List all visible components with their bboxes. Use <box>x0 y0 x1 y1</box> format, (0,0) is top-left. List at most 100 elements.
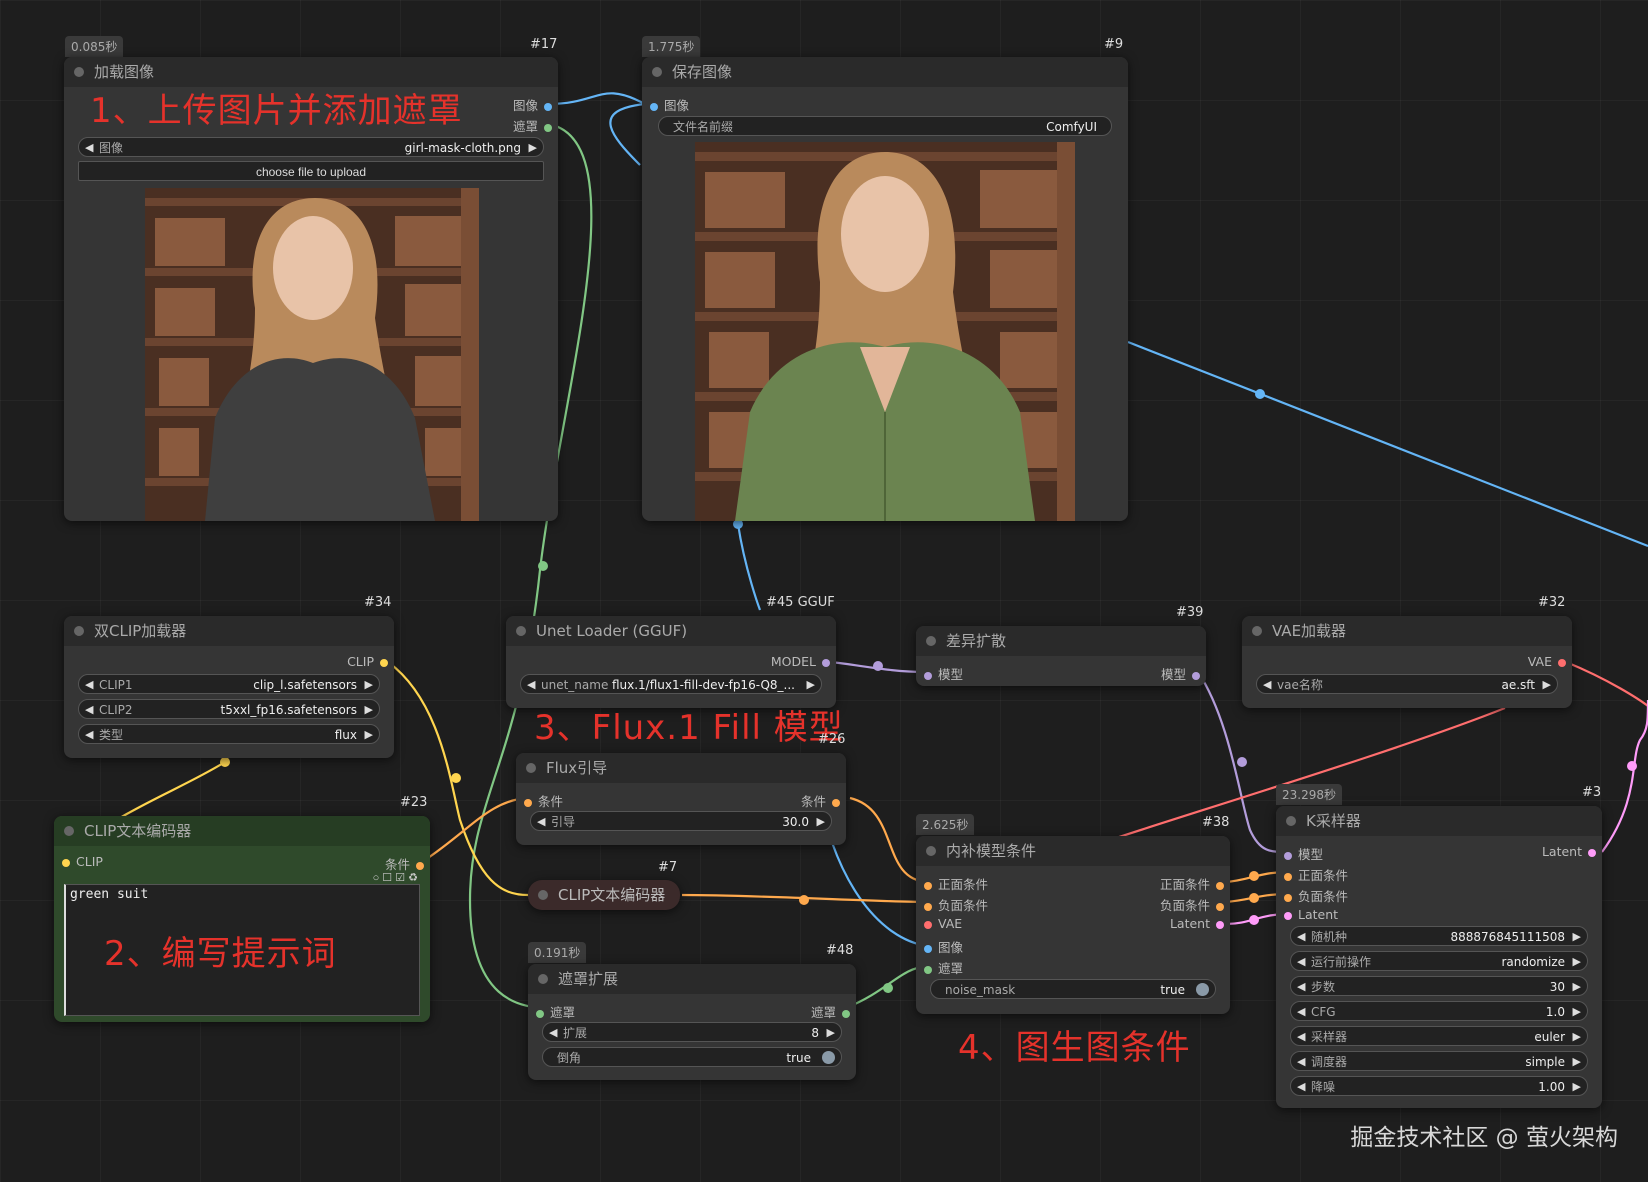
seed-number[interactable]: ◀ 随机种 888876845111508 ▶ <box>1290 926 1588 946</box>
node-unet-loader[interactable]: Unet Loader (GGUF) MODEL ◀ unet_name flux.… <box>506 616 836 708</box>
collapse-dot-icon[interactable] <box>652 67 662 77</box>
guidance-number[interactable]: ◀ 引导 30.0 ▶ <box>530 811 832 831</box>
node-title[interactable]: 双CLIP加载器 <box>64 616 394 646</box>
arrow-left-icon[interactable]: ◀ <box>1297 927 1305 945</box>
collapse-dot-icon[interactable] <box>538 974 548 984</box>
wire-midpoint-dot[interactable] <box>883 983 893 993</box>
arrow-right-icon[interactable]: ▶ <box>807 675 815 693</box>
expand-number[interactable]: ◀ 扩展 8 ▶ <box>542 1022 842 1042</box>
collapse-dot-icon[interactable] <box>926 636 936 646</box>
arrow-right-icon[interactable]: ▶ <box>1573 927 1581 945</box>
node-ksampler[interactable]: K采样器 模型 正面条件 负面条件 Latent Latent ◀ 随机种 8888… <box>1276 806 1602 1108</box>
input-slot-positive[interactable]: 正面条件 <box>1284 865 1348 884</box>
output-slot-model[interactable]: 模型 <box>1161 664 1200 683</box>
unet-name-combo[interactable]: ◀ unet_name flux.1/flux1-fill-dev-fp16-Q8_… <box>520 674 822 694</box>
node-save-image[interactable]: 保存图像 图像 文件名前缀 ComfyUI <box>642 57 1128 521</box>
wire-midpoint-dot[interactable] <box>1249 871 1259 881</box>
image-select-combo[interactable]: ◀ 图像 girl-mask-cloth.png ▶ <box>78 137 544 157</box>
input-slot-negative[interactable]: 负面条件 <box>1284 886 1348 905</box>
node-inpaint-model-conditioning[interactable]: 内补模型条件 正面条件 负面条件 VAE 图像 遮罩 正面条件 负面条件 Lat… <box>916 836 1230 1014</box>
collapse-dot-icon[interactable] <box>74 67 84 77</box>
type-combo[interactable]: ◀ 类型 flux ▶ <box>78 724 380 744</box>
arrow-right-icon[interactable]: ▶ <box>1573 1077 1581 1095</box>
collapse-dot-icon[interactable] <box>926 846 936 856</box>
vae-name-combo[interactable]: ◀ vae名称 ae.sft ▶ <box>1256 674 1558 694</box>
input-slot-positive[interactable]: 正面条件 <box>924 874 988 893</box>
arrow-left-icon[interactable]: ◀ <box>1297 977 1305 995</box>
arrow-left-icon[interactable]: ◀ <box>1263 675 1271 693</box>
arrow-left-icon[interactable]: ◀ <box>1297 952 1305 970</box>
arrow-right-icon[interactable]: ▶ <box>817 812 825 830</box>
wire-midpoint-dot[interactable] <box>220 757 230 767</box>
output-slot-latent[interactable]: Latent <box>1170 916 1224 931</box>
input-slot-clip[interactable]: CLIP <box>62 854 103 869</box>
node-title[interactable]: 内补模型条件 <box>916 836 1230 866</box>
wire-midpoint-dot[interactable] <box>1249 915 1259 925</box>
wire-midpoint-dot[interactable] <box>538 561 548 571</box>
arrow-right-icon[interactable]: ▶ <box>1573 977 1581 995</box>
input-slot-model[interactable]: 模型 <box>1284 844 1323 863</box>
arrow-right-icon[interactable]: ▶ <box>1573 1002 1581 1020</box>
toggle-knob-icon[interactable] <box>1196 983 1209 996</box>
arrow-right-icon[interactable]: ▶ <box>827 1023 835 1041</box>
output-slot-latent[interactable]: Latent <box>1542 844 1596 859</box>
collapse-dot-icon[interactable] <box>64 826 74 836</box>
steps-number[interactable]: ◀ 步数 30 ▶ <box>1290 976 1588 996</box>
output-slot-mask[interactable]: 遮罩 <box>513 116 552 135</box>
node-grow-mask[interactable]: 遮罩扩展 遮罩 遮罩 ◀ 扩展 8 ▶ 倒角 true <box>528 964 856 1080</box>
collapse-dot-icon[interactable] <box>1252 626 1262 636</box>
output-slot-conditioning[interactable]: 条件 <box>801 791 840 810</box>
output-slot-negative[interactable]: 负面条件 <box>1160 895 1224 914</box>
arrow-right-icon[interactable]: ▶ <box>1573 1027 1581 1045</box>
input-slot-model[interactable]: 模型 <box>924 664 963 683</box>
arrow-left-icon[interactable]: ◀ <box>85 700 93 718</box>
output-slot-positive[interactable]: 正面条件 <box>1160 874 1224 893</box>
node-title[interactable]: Flux引导 <box>516 753 846 783</box>
node-flux-guidance[interactable]: Flux引导 条件 条件 ◀ 引导 30.0 ▶ <box>516 753 846 845</box>
collapse-dot-icon[interactable] <box>526 763 536 773</box>
arrow-right-icon[interactable]: ▶ <box>1573 952 1581 970</box>
node-load-image[interactable]: 加载图像 1、上传图片并添加遮罩 图像 遮罩 ◀ 图像 girl-mask-cl… <box>64 57 558 521</box>
toggle-knob-icon[interactable] <box>822 1051 835 1064</box>
input-slot-image[interactable]: 图像 <box>650 95 689 114</box>
arrow-right-icon[interactable]: ▶ <box>365 675 373 693</box>
arrow-left-icon[interactable]: ◀ <box>527 675 535 693</box>
node-title[interactable]: VAE加载器 <box>1242 616 1572 646</box>
arrow-right-icon[interactable]: ▶ <box>365 725 373 743</box>
arrow-left-icon[interactable]: ◀ <box>85 138 93 156</box>
input-slot-latent[interactable]: Latent <box>1284 907 1338 922</box>
output-slot-vae[interactable]: VAE <box>1528 654 1566 669</box>
input-slot-mask[interactable]: 遮罩 <box>924 958 963 977</box>
arrow-right-icon[interactable]: ▶ <box>365 700 373 718</box>
arrow-right-icon[interactable]: ▶ <box>1573 1052 1581 1070</box>
noise-mask-toggle[interactable]: noise_mask true <box>930 979 1216 999</box>
node-title[interactable]: K采样器 <box>1276 806 1602 836</box>
node-title[interactable]: 保存图像 <box>642 57 1128 87</box>
node-title[interactable]: Unet Loader (GGUF) <box>506 616 836 646</box>
node-title[interactable]: CLIP文本编码器 <box>54 816 430 846</box>
collapse-dot-icon[interactable] <box>516 626 526 636</box>
input-slot-negative[interactable]: 负面条件 <box>924 895 988 914</box>
collapse-dot-icon[interactable] <box>1286 816 1296 826</box>
node-differential-diffusion[interactable]: 差异扩散 模型 模型 <box>916 626 1206 686</box>
clip1-combo[interactable]: ◀ CLIP1 clip_l.safetensors ▶ <box>78 674 380 694</box>
node-title[interactable]: CLIP文本编码器 <box>528 880 680 910</box>
collapse-dot-icon[interactable] <box>538 890 548 900</box>
output-slot-model[interactable]: MODEL <box>771 654 830 669</box>
clip2-combo[interactable]: ◀ CLIP2 t5xxl_fp16.safetensors ▶ <box>78 699 380 719</box>
upload-button[interactable]: choose file to upload <box>78 161 544 181</box>
node-clip-text-encode-negative[interactable]: CLIP文本编码器 <box>528 880 680 910</box>
output-slot-mask[interactable]: 遮罩 <box>811 1002 850 1021</box>
arrow-left-icon[interactable]: ◀ <box>1297 1052 1305 1070</box>
arrow-right-icon[interactable]: ▶ <box>1543 675 1551 693</box>
input-slot-conditioning[interactable]: 条件 <box>524 791 563 810</box>
arrow-right-icon[interactable]: ▶ <box>529 138 537 156</box>
wire-midpoint-dot[interactable] <box>1249 893 1259 903</box>
arrow-left-icon[interactable]: ◀ <box>1297 1027 1305 1045</box>
arrow-left-icon[interactable]: ◀ <box>537 812 545 830</box>
arrow-left-icon[interactable]: ◀ <box>85 675 93 693</box>
cfg-number[interactable]: ◀ CFG 1.0 ▶ <box>1290 1001 1588 1021</box>
scheduler-combo[interactable]: ◀ 调度器 simple ▶ <box>1290 1051 1588 1071</box>
node-vae-loader[interactable]: VAE加载器 VAE ◀ vae名称 ae.sft ▶ <box>1242 616 1572 708</box>
input-slot-image[interactable]: 图像 <box>924 937 963 956</box>
